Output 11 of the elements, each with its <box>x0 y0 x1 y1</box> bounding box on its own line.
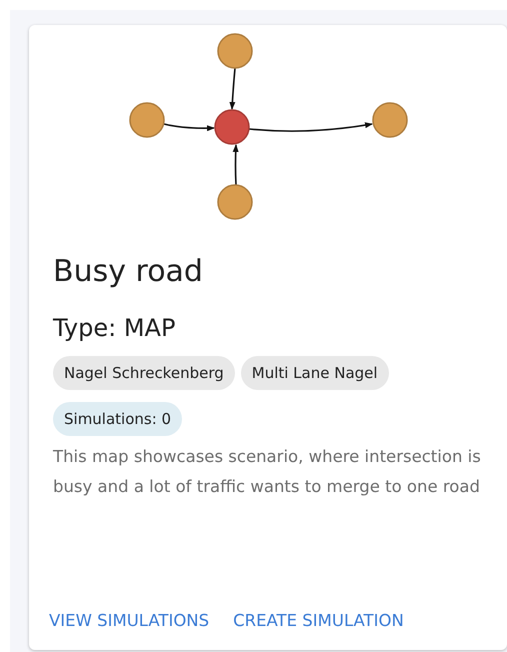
description: This map showcases scenario, where intersection is busy and a lot of traffic wants to merge to one road <box>53 446 482 498</box>
action-button[interactable]: CREATE SIMULATION <box>225 607 412 634</box>
arrow <box>232 144 239 186</box>
action-button[interactable]: VIEW SIMULATIONS <box>41 607 218 634</box>
model-tag: Multi Lane Nagel <box>240 356 389 390</box>
arrow <box>164 123 215 132</box>
map-type: Type: MAP <box>53 313 176 344</box>
card-title: Busy road <box>53 253 204 291</box>
simulations-count: Simulations: 0 <box>53 402 182 436</box>
model-tag: Nagel Schreckenberg <box>53 356 235 390</box>
arrow <box>229 68 236 110</box>
